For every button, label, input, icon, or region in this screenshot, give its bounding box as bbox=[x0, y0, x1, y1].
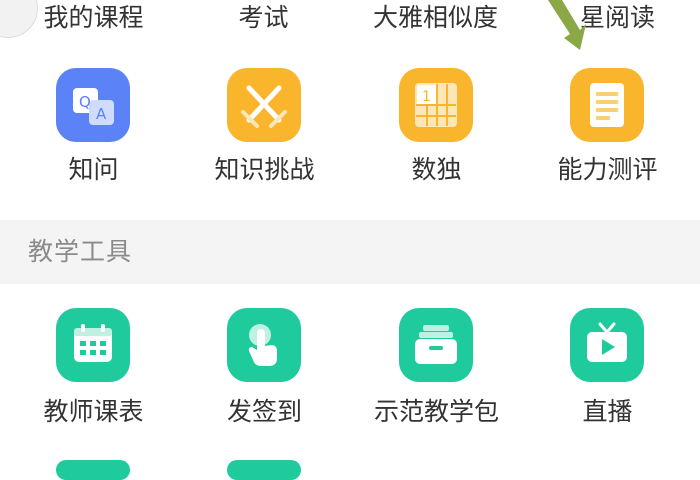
tool-label-teacher-schedule: 教师课表 bbox=[43, 397, 144, 426]
apps-row: Q A 知问 知识挑战 1 数独 能力测评 bbox=[0, 68, 700, 198]
sudoku-grid-icon: 1 bbox=[399, 68, 473, 142]
section-title-teaching-tools: 教学工具 bbox=[28, 237, 133, 266]
partial-tool-tile-1[interactable] bbox=[56, 460, 130, 480]
app-label-ability-assessment: 能力测评 bbox=[557, 155, 658, 184]
tap-hand-icon bbox=[227, 308, 301, 382]
teaching-tools-row: 教师课表 发签到 示范教学包 直播 bbox=[0, 308, 700, 438]
app-label-zhiwen: 知问 bbox=[68, 155, 119, 184]
tool-label-demo-package: 示范教学包 bbox=[373, 397, 499, 426]
qa-icon-q: Q bbox=[79, 93, 91, 111]
qa-icon: Q A bbox=[56, 68, 130, 142]
tool-label-check-in: 发签到 bbox=[226, 397, 302, 426]
qa-icon-a: A bbox=[96, 105, 107, 123]
tool-label-live: 直播 bbox=[582, 397, 633, 426]
top-item-exam[interactable]: 考试 bbox=[176, 0, 351, 34]
top-row: 我的课程 考试 大雅相似度 星阅读 bbox=[0, 0, 700, 50]
top-item-my-courses[interactable]: 我的课程 bbox=[6, 0, 181, 34]
annotation-arrow-icon bbox=[548, 0, 586, 50]
tv-play-icon bbox=[570, 308, 644, 382]
package-box-icon bbox=[399, 308, 473, 382]
crossed-swords-icon bbox=[227, 68, 301, 142]
document-icon bbox=[570, 68, 644, 142]
calendar-icon bbox=[56, 308, 130, 382]
top-item-similarity[interactable]: 大雅相似度 bbox=[348, 0, 523, 34]
sudoku-icon-digit: 1 bbox=[422, 89, 431, 105]
app-label-knowledge-challenge: 知识挑战 bbox=[214, 155, 315, 184]
partial-tool-tile-2[interactable] bbox=[227, 460, 301, 480]
app-label-sudoku: 数独 bbox=[411, 155, 462, 184]
